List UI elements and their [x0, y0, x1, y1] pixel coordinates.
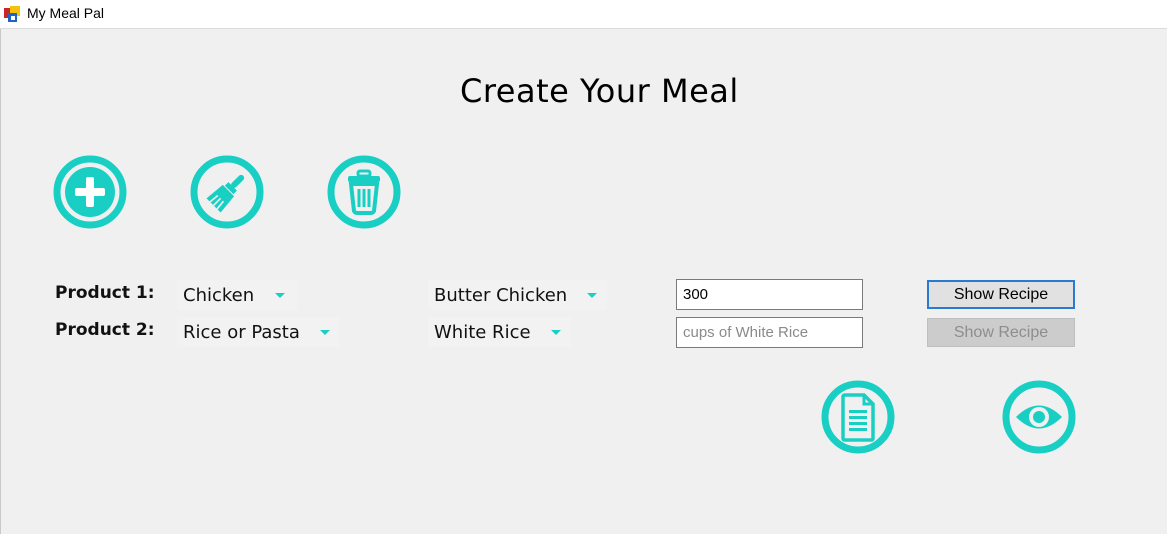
product-2-product-dropdown[interactable]: White Rice [428, 317, 571, 347]
product-2-product-value: White Rice [434, 321, 531, 343]
product-1-label: Product 1: [55, 283, 155, 303]
product-1-show-recipe-button[interactable]: Show Recipe [927, 280, 1075, 309]
trash-icon [327, 155, 401, 229]
add-button[interactable] [53, 155, 127, 229]
brush-icon [190, 155, 264, 229]
product-2-amount-input[interactable] [676, 317, 863, 348]
document-icon [821, 380, 895, 454]
clear-button[interactable] [190, 155, 264, 229]
chevron-down-icon [551, 330, 561, 335]
product-1-category-dropdown[interactable]: Chicken [177, 280, 297, 310]
eye-icon [1002, 380, 1076, 454]
product-2-category-dropdown[interactable]: Rice or Pasta [177, 317, 339, 347]
product-2-show-recipe-button: Show Recipe [927, 318, 1075, 347]
product-1-product-value: Butter Chicken [434, 284, 568, 306]
view-meal-button[interactable] [1002, 380, 1076, 454]
main-form: Create Your Meal Product 1: Chicken Butt… [0, 29, 1167, 534]
product-1-amount-input[interactable] [676, 279, 863, 310]
chevron-down-icon [587, 293, 597, 298]
page-title: Create Your Meal [460, 72, 739, 110]
product-2-category-value: Rice or Pasta [183, 321, 300, 343]
product-1-category-value: Chicken [183, 284, 255, 306]
window-title: My Meal Pal [27, 5, 105, 21]
view-summary-button[interactable] [821, 380, 895, 454]
delete-button[interactable] [327, 155, 401, 229]
product-2-label: Product 2: [55, 320, 155, 340]
app-icon [4, 6, 20, 22]
plus-icon [53, 155, 127, 229]
chevron-down-icon [320, 330, 330, 335]
product-1-product-dropdown[interactable]: Butter Chicken [428, 280, 607, 310]
title-bar: My Meal Pal [0, 0, 1167, 29]
chevron-down-icon [275, 293, 285, 298]
